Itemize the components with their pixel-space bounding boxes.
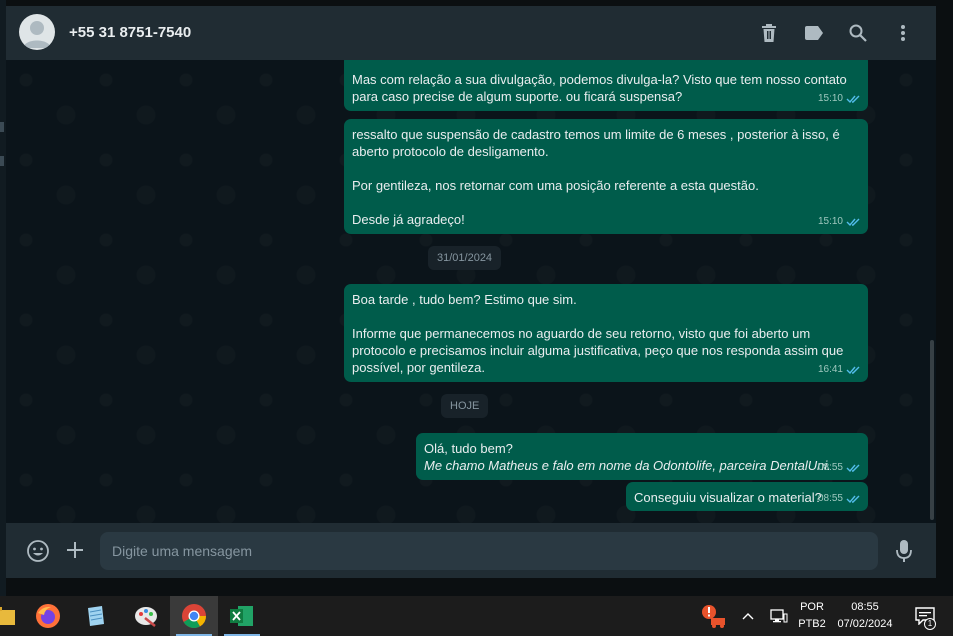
message-bubble[interactable]: Mas com relação a sua divulgação, podemo… <box>344 60 868 111</box>
file-explorer-icon <box>0 607 15 625</box>
message-scrollbar[interactable] <box>930 340 934 520</box>
excel-icon <box>230 606 253 626</box>
search-button[interactable] <box>845 20 871 46</box>
label-button[interactable] <box>801 20 827 46</box>
message-time: 16:41 <box>817 364 843 375</box>
message-meta: 08:55 <box>818 490 861 507</box>
message-bubble[interactable]: Conseguiu visualizar o material? 08:55 <box>626 482 868 511</box>
message-text: Olá, tudo bem? <box>424 441 513 456</box>
notepad-icon <box>88 606 104 626</box>
message-bubble[interactable]: ressalto que suspensão de cadastro temos… <box>344 119 868 234</box>
paint-icon <box>135 607 157 627</box>
notifications-button[interactable]: 1 <box>905 596 945 636</box>
keyboard-layout[interactable]: PTB2 <box>796 618 828 630</box>
message-list[interactable]: Mas com relação a sua divulgação, podemo… <box>6 60 936 523</box>
double-check-icon <box>846 366 860 374</box>
double-check-icon <box>846 495 860 503</box>
message-text: ressalto que suspensão de cadastro temos… <box>352 127 840 227</box>
message-time: 15:10 <box>817 93 843 104</box>
message-meta: 15:10 <box>818 213 861 230</box>
emoji-button[interactable] <box>26 539 50 563</box>
strip-mark <box>0 156 4 166</box>
plus-icon <box>67 542 83 558</box>
taskbar-chrome[interactable] <box>170 596 218 636</box>
strip-mark <box>0 122 4 132</box>
menu-button[interactable] <box>890 20 916 46</box>
clock-time[interactable]: 08:55 <box>832 601 898 613</box>
input-language[interactable]: POR <box>796 601 828 613</box>
emoji-icon <box>27 540 49 562</box>
network-icon <box>770 609 788 623</box>
firefox-icon <box>36 604 60 628</box>
message-time: 08:55 <box>817 462 843 473</box>
screen: +55 31 8751-7540 Mas com relação a sua d… <box>0 0 953 636</box>
message-input[interactable] <box>100 532 878 570</box>
double-check-icon <box>846 464 860 472</box>
car-warning-icon <box>702 605 725 628</box>
message-bubble[interactable]: Olá, tudo bem? Me chamo Matheus e falo e… <box>416 433 868 480</box>
delete-button[interactable] <box>756 20 782 46</box>
show-hidden-icons-button[interactable] <box>734 596 762 636</box>
date-separator: 31/01/2024 <box>428 246 502 270</box>
taskbar-paint[interactable] <box>122 596 170 636</box>
message-text: Mas com relação a sua divulgação, podemo… <box>352 72 847 104</box>
attach-button[interactable] <box>64 539 86 561</box>
clock-date[interactable]: 07/02/2024 <box>832 618 898 630</box>
voice-message-button[interactable] <box>892 538 916 564</box>
message-text: Boa tarde , tudo bem? Estimo que sim. In… <box>352 292 844 375</box>
search-icon <box>849 24 867 42</box>
message-meta: 15:10 <box>818 90 861 107</box>
message-meta: 16:41 <box>818 361 861 378</box>
menu-icon <box>901 25 905 41</box>
contact-name[interactable]: +55 31 8751-7540 <box>69 24 191 41</box>
network-button[interactable] <box>764 596 794 636</box>
compose-bar <box>6 523 936 578</box>
label-icon <box>805 26 823 40</box>
default-avatar-icon <box>23 21 51 48</box>
chevron-up-icon <box>742 613 754 620</box>
message-meta: 08:55 <box>818 459 861 476</box>
message-bubble[interactable]: Boa tarde , tudo bem? Estimo que sim. In… <box>344 284 868 382</box>
windows-taskbar: POR PTB2 08:55 07/02/2024 1 <box>0 596 953 636</box>
message-text-italic: Me chamo Matheus e falo em nome da Odont… <box>424 458 831 473</box>
taskbar-firefox[interactable] <box>24 596 72 636</box>
microphone-icon <box>896 540 912 562</box>
message-time: 08:55 <box>817 493 843 504</box>
notification-count-badge: 1 <box>924 618 936 630</box>
date-separator: HOJE <box>441 394 489 418</box>
taskbar-driver-alert[interactable] <box>690 596 738 636</box>
chat-window: +55 31 8751-7540 Mas com relação a sua d… <box>6 6 936 578</box>
taskbar-notepad[interactable] <box>72 596 120 636</box>
chat-header: +55 31 8751-7540 <box>6 6 936 60</box>
message-time: 15:10 <box>817 216 843 227</box>
contact-avatar[interactable] <box>19 14 55 50</box>
taskbar-excel[interactable] <box>218 596 266 636</box>
chrome-icon <box>182 604 206 629</box>
delete-icon <box>762 24 776 42</box>
double-check-icon <box>846 218 860 226</box>
double-check-icon <box>846 95 860 103</box>
